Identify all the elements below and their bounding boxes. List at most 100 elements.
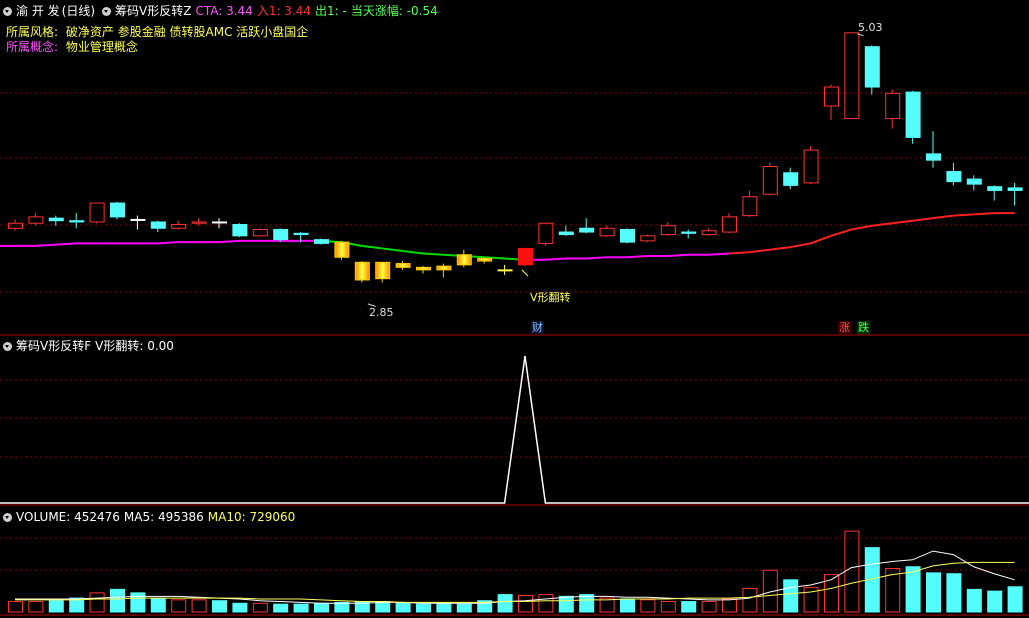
candle-body — [212, 221, 227, 224]
volume-bar — [395, 602, 411, 613]
volume-bar — [130, 592, 146, 613]
volume-bar — [273, 603, 289, 613]
signal-panel-header: 筹码V形反转F V形翻转: 0.00 — [0, 338, 178, 354]
high-price-label: 5.03 — [858, 21, 883, 34]
volume-bar — [660, 601, 676, 613]
candle-body — [518, 247, 533, 266]
volume-bar — [48, 600, 64, 613]
volume-panel-menu-icon[interactable] — [3, 513, 12, 522]
moving-average-segment — [422, 252, 444, 256]
volume-bar — [150, 597, 166, 613]
moving-average-segment — [912, 217, 934, 222]
candle-body — [987, 186, 1003, 191]
candle-body — [864, 46, 880, 88]
volume-value[interactable]: VOLUME: 452476 — [16, 510, 120, 524]
volume-bar — [191, 599, 207, 613]
limit-up-badge[interactable]: 涨 — [838, 321, 851, 334]
volume-bar — [232, 602, 248, 613]
volume-bar — [558, 595, 574, 613]
candle-body — [395, 263, 411, 268]
volume-ma10: MA10: 729060 — [207, 510, 296, 524]
candle-body — [701, 230, 717, 236]
candle-body — [171, 223, 187, 229]
signal-line — [0, 355, 1029, 504]
finance-badge[interactable]: 财 — [531, 321, 544, 334]
candle-body — [538, 222, 554, 244]
moving-average-segment — [892, 219, 913, 225]
volume-bar — [701, 601, 717, 613]
moving-average-segment — [790, 242, 811, 249]
candle-body — [803, 149, 819, 184]
moving-average-segment — [973, 212, 995, 216]
signal-label: V形翻转 — [530, 291, 571, 304]
volume-bar — [742, 588, 758, 613]
candle-body — [191, 221, 207, 224]
candle-body — [742, 196, 758, 217]
volume-bar — [416, 603, 431, 613]
candle-body — [885, 92, 901, 120]
candle-body — [89, 202, 105, 223]
volume-bar — [966, 588, 982, 613]
volume-panel-header: VOLUME: 452476 MA5: 495386 MA10: 729060 — [0, 509, 299, 525]
moving-average-segment — [55, 242, 77, 246]
candle-body — [252, 229, 268, 237]
moving-average-segment — [35, 243, 56, 247]
candle-body — [28, 216, 44, 224]
candle-body — [946, 171, 962, 183]
volume-bar — [905, 566, 921, 613]
volume-bar — [456, 603, 472, 613]
volume-bar — [620, 598, 635, 613]
candle-body — [599, 227, 615, 237]
signal-panel-menu-icon[interactable] — [3, 342, 12, 351]
candle-body — [1007, 187, 1023, 191]
candle-body — [232, 223, 248, 237]
moving-average-segment — [749, 248, 770, 254]
limit-down-badge[interactable]: 跌 — [857, 321, 870, 334]
volume-ma5-line — [15, 550, 1015, 604]
signal-panel-value: V形翻转: 0.00 — [95, 339, 174, 353]
volume-bar — [28, 601, 44, 613]
volume-bar — [375, 601, 391, 613]
moving-average-segment — [218, 239, 240, 244]
volume-bar — [538, 594, 554, 613]
volume-bar — [436, 602, 452, 613]
signal-arrow — [521, 269, 529, 277]
candle-body — [110, 202, 125, 218]
moving-average-segment — [382, 247, 403, 252]
moving-average-segment — [586, 256, 607, 260]
volume-bar — [252, 602, 268, 613]
volume-bar — [497, 594, 513, 613]
candle-body — [926, 153, 941, 161]
volume-bar — [1007, 586, 1023, 613]
candle-body — [456, 254, 472, 266]
candle-body — [477, 258, 493, 262]
high-price-arrow — [857, 33, 864, 37]
moving-average-segment — [871, 222, 893, 227]
moving-average-segment — [769, 246, 791, 251]
volume-bar — [824, 574, 839, 613]
chart-canvas[interactable] — [0, 0, 1029, 618]
candle-body — [558, 231, 574, 236]
moving-average-segment — [545, 257, 566, 261]
volume-bar — [89, 592, 105, 613]
candle-body — [783, 172, 799, 186]
candle-body — [334, 241, 350, 258]
moving-average-segment — [953, 213, 974, 217]
candle-body — [905, 91, 921, 138]
volume-bar — [212, 600, 227, 613]
volume-bar — [110, 588, 125, 613]
candle-body — [579, 227, 595, 233]
volume-bar — [8, 601, 23, 613]
moving-average-segment — [851, 224, 872, 231]
low-price-label: 2.85 — [369, 306, 394, 319]
volume-bar — [844, 530, 860, 613]
moving-average-segment — [157, 241, 179, 245]
candle-body — [966, 178, 982, 185]
candle-body — [150, 221, 166, 229]
signal-panel-title[interactable]: 筹码V形反转F — [16, 339, 91, 353]
candle-body — [8, 222, 23, 229]
candle-body — [354, 261, 370, 281]
moving-average-segment — [667, 253, 689, 257]
moving-average-segment — [932, 214, 954, 220]
volume-bar — [681, 601, 697, 613]
